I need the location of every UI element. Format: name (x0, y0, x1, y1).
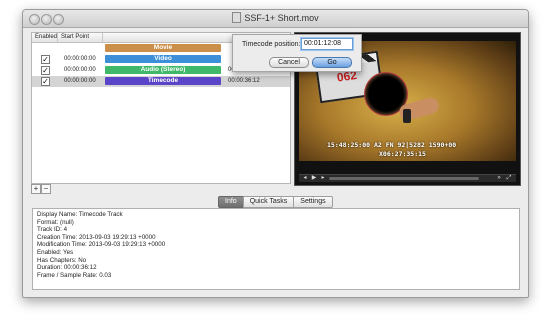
info-panel: Display Name: Timecode Track Format: (nu… (32, 208, 520, 290)
info-list: Display Name: Timecode Track Format: (nu… (33, 209, 519, 279)
info-line: Track ID: 4 (37, 226, 68, 234)
watch-image (403, 109, 411, 123)
playback-scrubber[interactable] (329, 177, 479, 180)
info-line: Frame / Sample Rate: 0.03 (37, 271, 112, 279)
column-header-enabled[interactable]: Enabled (35, 34, 57, 40)
tab-info[interactable]: Info (218, 196, 244, 208)
track-bar-audio: Audio (Stereo) (105, 66, 221, 74)
step-forward-icon[interactable]: ▸ (319, 175, 327, 182)
track-bar-timecode: Timecode (105, 77, 221, 85)
track-start-point: 00:00:00:00 (64, 67, 96, 73)
track-bar-movie: Movie (105, 44, 221, 52)
column-divider (57, 33, 58, 42)
window-title: SSF-1+ Short.mov (23, 12, 528, 23)
track-enabled-checkbox[interactable]: ✓ (41, 66, 50, 75)
fullscreen-icon[interactable]: ⤢ (505, 175, 513, 182)
info-line: Creation Time: 2013-09-03 19:29:13 +0000 (37, 233, 156, 241)
timecode-position-input[interactable]: 00:01:12:08 (301, 38, 353, 50)
track-row-timecode[interactable]: ✓ 00:00:00:00 Timecode 00:00:36:12 (32, 76, 290, 87)
cancel-button[interactable]: Cancel (269, 57, 309, 68)
track-start-point: 00:00:00:00 (64, 56, 96, 62)
tab-settings[interactable]: Settings (293, 196, 333, 208)
tab-quick-tasks[interactable]: Quick Tasks (242, 196, 295, 208)
go-button[interactable]: Go (312, 57, 352, 68)
fast-forward-icon[interactable]: » (495, 175, 503, 182)
track-duration: 00:00:36:12 (228, 78, 260, 84)
inspector-tabs: Info Quick Tasks Settings (218, 196, 333, 208)
volume-icon[interactable]: ◂ (301, 175, 309, 182)
track-bar-video: Video (105, 55, 221, 63)
track-enabled-checkbox[interactable]: ✓ (41, 77, 50, 86)
track-start-point: 00:00:00:00 (64, 78, 96, 84)
track-enabled-checkbox[interactable]: ✓ (41, 55, 50, 64)
info-line: Format: (null) (37, 218, 74, 226)
timecode-position-label: Timecode position: (242, 41, 301, 48)
main-window: SSF-1+ Short.mov Enabled Start Point Mov… (22, 9, 529, 298)
info-line: Has Chapters: No (37, 256, 87, 264)
remove-track-button[interactable]: − (41, 184, 51, 194)
movie-file-icon (232, 12, 242, 23)
timecode-position-sheet: Timecode position: 00:01:12:08 Cancel Go (232, 34, 362, 72)
info-line: Duration: 00:00:36:12 (37, 264, 97, 272)
timecode-overlay-line-2: X06:27:35:15 (379, 150, 426, 158)
playback-controls: ◂ ▶ ▸ » ⤢ (299, 174, 516, 182)
info-line: Enabled: Yes (37, 248, 74, 256)
info-line: Modification Time: 2013-09-03 19:29:13 +… (37, 241, 166, 249)
title-bar[interactable]: SSF-1+ Short.mov (23, 10, 528, 28)
column-divider (102, 33, 103, 42)
add-track-button[interactable]: + (31, 184, 41, 194)
info-line: Display Name: Timecode Track (37, 211, 123, 218)
timecode-overlay-line-1: 15:48:25:00 A2 FN 92|5282 1590+00 (327, 141, 457, 149)
column-header-start-point[interactable]: Start Point (61, 34, 89, 40)
play-icon[interactable]: ▶ (310, 175, 318, 182)
